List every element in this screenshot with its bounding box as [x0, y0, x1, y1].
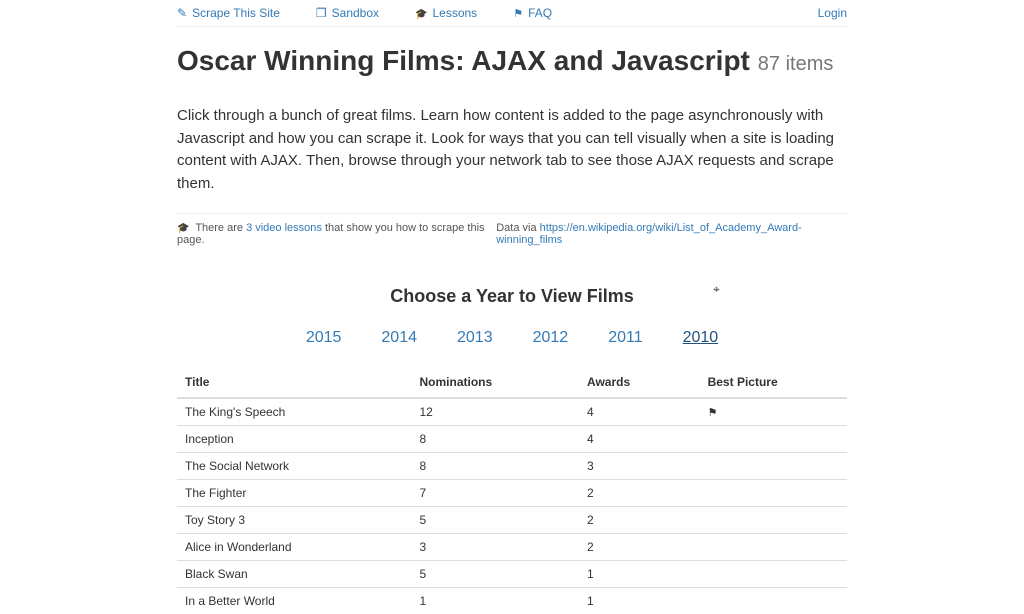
- choose-year-title: Choose a Year to View Films: [177, 286, 847, 307]
- film-title: Toy Story 3: [177, 507, 412, 534]
- table-row: In a Better World11: [177, 588, 847, 614]
- table-row: Black Swan51: [177, 561, 847, 588]
- film-awards: 3: [579, 453, 700, 480]
- meta-row: There are 3 video lessons that show you …: [177, 213, 847, 246]
- film-awards: 4: [579, 398, 700, 426]
- nav-faq[interactable]: FAQ: [513, 6, 552, 20]
- film-nominations: 5: [412, 507, 580, 534]
- year-2010[interactable]: 2010: [683, 329, 719, 347]
- data-source: Data via https://en.wikipedia.org/wiki/L…: [496, 222, 847, 246]
- choose-year-section: Choose a Year to View Films 2015 2014 2013…: [177, 286, 847, 347]
- year-2013[interactable]: 2013: [457, 329, 493, 347]
- col-awards: Awards: [579, 369, 700, 398]
- film-nominations: 3: [412, 534, 580, 561]
- film-awards: 2: [579, 534, 700, 561]
- nav-scrape-this-site[interactable]: ✎Scrape This Site: [177, 6, 280, 20]
- table-row: The King's Speech124: [177, 398, 847, 426]
- year-list: 2015 2014 2013 2012 2011 2010: [177, 329, 847, 347]
- year-2015[interactable]: 2015: [306, 329, 342, 347]
- flag-icon: [513, 6, 523, 20]
- year-2011[interactable]: 2011: [608, 329, 642, 347]
- lessons-link[interactable]: 3 video lessons: [246, 222, 322, 234]
- graduation-icon: [415, 6, 427, 20]
- col-title: Title: [177, 369, 412, 398]
- nav-login[interactable]: Login: [818, 6, 847, 20]
- cube-icon: ❒: [316, 6, 327, 20]
- year-2012[interactable]: 2012: [533, 329, 569, 347]
- film-nominations: 8: [412, 453, 580, 480]
- films-table: Title Nominations Awards Best Picture Th…: [177, 369, 847, 614]
- nav-sandbox[interactable]: ❒Sandbox: [316, 6, 379, 20]
- film-nominations: 5: [412, 561, 580, 588]
- film-title: In a Better World: [177, 588, 412, 614]
- film-awards: 1: [579, 561, 700, 588]
- table-row: The Social Network83: [177, 453, 847, 480]
- nav-lessons[interactable]: Lessons: [415, 6, 477, 20]
- film-best-picture: [700, 398, 847, 426]
- graduation-icon: [177, 222, 189, 234]
- film-awards: 2: [579, 507, 700, 534]
- page-title: Oscar Winning Films: AJAX and Javascript: [177, 45, 750, 76]
- page-header: Oscar Winning Films: AJAX and Javascript…: [177, 45, 847, 85]
- film-nominations: 7: [412, 480, 580, 507]
- film-best-picture: [700, 588, 847, 614]
- year-2014[interactable]: 2014: [381, 329, 417, 347]
- wand-icon: ✎: [177, 6, 187, 20]
- film-best-picture: [700, 534, 847, 561]
- table-row: Inception84: [177, 426, 847, 453]
- col-best-picture: Best Picture: [700, 369, 847, 398]
- film-awards: 2: [579, 480, 700, 507]
- table-row: Alice in Wonderland32: [177, 534, 847, 561]
- data-source-link[interactable]: https://en.wikipedia.org/wiki/List_of_Ac…: [496, 222, 802, 246]
- flag-icon: [708, 405, 718, 419]
- top-nav: ✎Scrape This Site ❒Sandbox Lessons FAQ L…: [177, 0, 847, 27]
- film-title: The Social Network: [177, 453, 412, 480]
- film-nominations: 12: [412, 398, 580, 426]
- film-best-picture: [700, 480, 847, 507]
- table-row: Toy Story 352: [177, 507, 847, 534]
- film-title: Black Swan: [177, 561, 412, 588]
- film-title: The Fighter: [177, 480, 412, 507]
- film-best-picture: [700, 453, 847, 480]
- film-title: The King's Speech: [177, 398, 412, 426]
- film-awards: 4: [579, 426, 700, 453]
- lead-description: Click through a bunch of great films. Le…: [177, 105, 847, 195]
- film-nominations: 8: [412, 426, 580, 453]
- film-best-picture: [700, 426, 847, 453]
- table-row: The Fighter72: [177, 480, 847, 507]
- lessons-hint: There are 3 video lessons that show you …: [177, 222, 496, 246]
- film-title: Inception: [177, 426, 412, 453]
- film-awards: 1: [579, 588, 700, 614]
- film-nominations: 1: [412, 588, 580, 614]
- item-count: 87 items: [758, 53, 834, 75]
- film-title: Alice in Wonderland: [177, 534, 412, 561]
- film-best-picture: [700, 561, 847, 588]
- film-best-picture: [700, 507, 847, 534]
- col-nominations: Nominations: [412, 369, 580, 398]
